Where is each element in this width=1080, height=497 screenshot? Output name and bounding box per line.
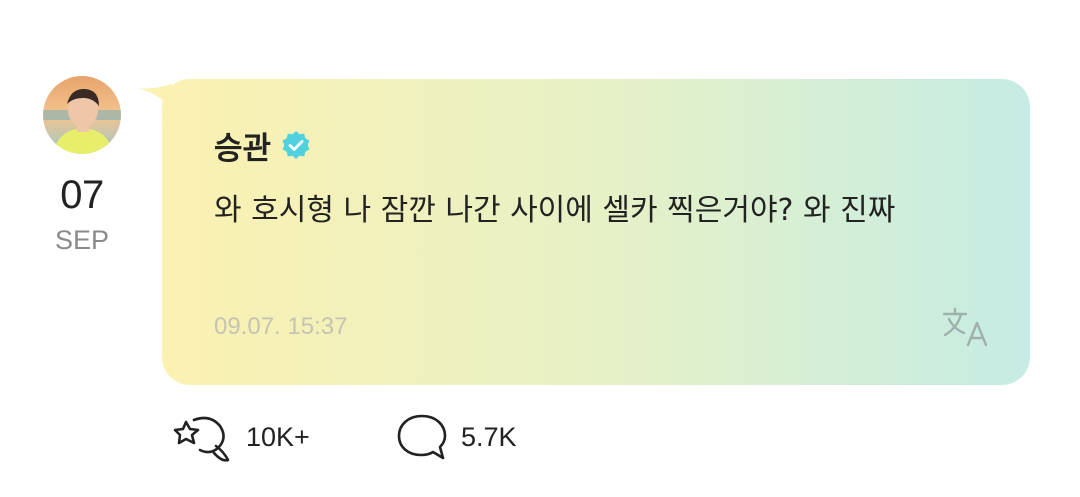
star-like-icon [173,416,230,462]
avatar[interactable] [43,76,121,154]
comment-count: 5.7K [461,421,517,452]
comment-bubble-icon [397,414,447,460]
author-row: 승관 [214,123,313,168]
message-bubble: 승관 와 호시형 나 잠깐 나간 사이에 셀카 찍은거야? 와 진짜 09.07… [162,79,1030,385]
like-count: 10K+ [246,421,310,452]
post-date-day: 07 [60,173,104,217]
author-name[interactable]: 승관 [214,123,271,168]
like-button[interactable]: 10K+ [172,412,310,462]
verified-badge-icon [279,129,313,163]
avatar-image [43,76,121,154]
message-text: 와 호시형 나 잠깐 나간 사이에 셀카 찍은거야? 와 진짜 [214,193,896,228]
translate-icon [942,307,988,347]
message-timestamp: 09.07. 15:37 [214,313,348,340]
comment-button[interactable]: 5.7K [395,412,517,462]
post-date-month: SEP [54,225,110,255]
translate-button[interactable] [940,305,992,349]
